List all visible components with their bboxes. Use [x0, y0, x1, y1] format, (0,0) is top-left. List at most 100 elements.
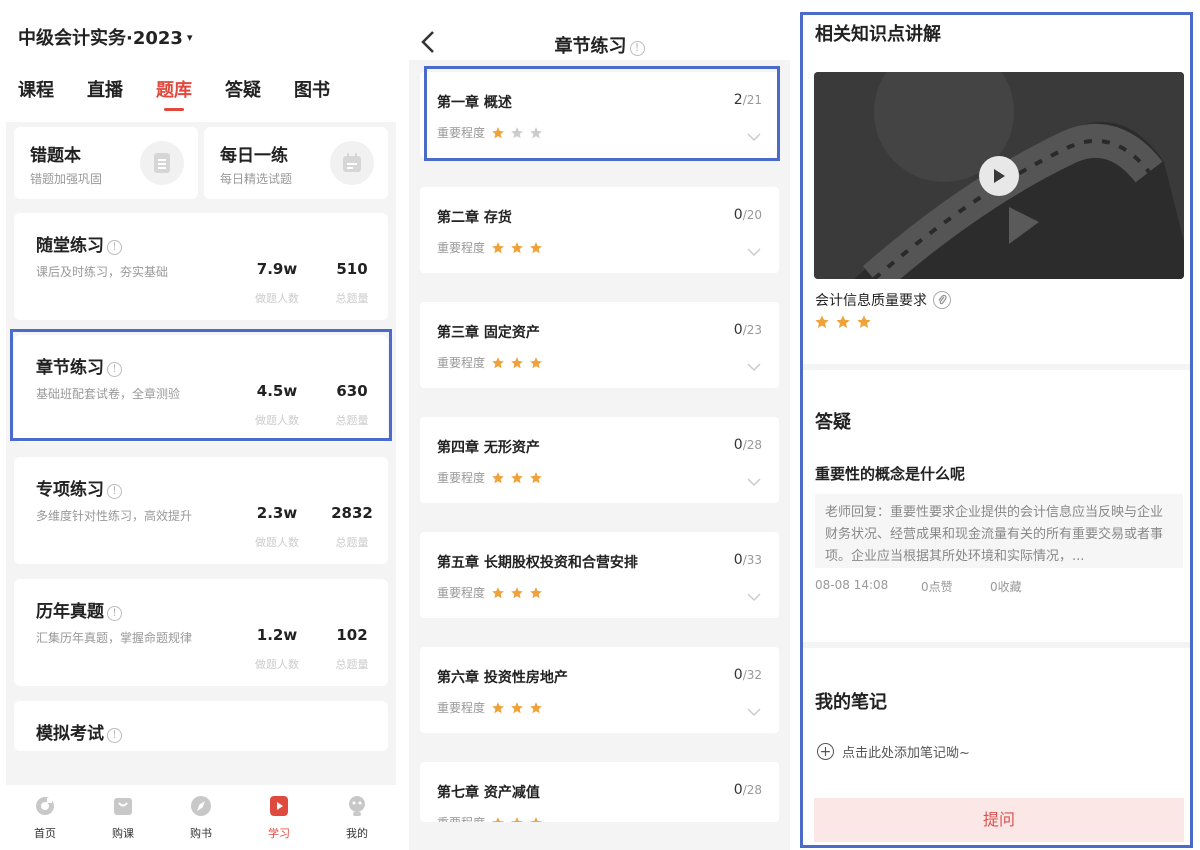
- calendar-icon: [330, 141, 374, 185]
- card-subtitle: 每日精选试题: [220, 172, 293, 186]
- stat-people: 7.9w 做题人数: [255, 260, 299, 305]
- stat-people: 2.3w 做题人数: [255, 504, 299, 549]
- chapter-progress: 0/33: [733, 552, 762, 568]
- card-desc: 基础班配套试卷，全章测验: [36, 387, 181, 401]
- tab-question-bank[interactable]: 题库: [156, 76, 192, 111]
- card-title: 随堂练习: [36, 236, 104, 256]
- bottom-tabbar: 首页 购课 购书 学习 我的: [6, 785, 396, 850]
- star-filled-icon: [530, 241, 542, 253]
- stat-people: 1.2w 做题人数: [255, 626, 299, 671]
- top-header: 中级会计实务·2023 ▾ 课程 直播 题库 答疑 图书: [6, 0, 396, 122]
- practice-card-in-class[interactable]: 随堂练习! 课后及时练习，夯实基础 7.9w 做题人数 510 总题量: [14, 213, 388, 320]
- teacher-reply[interactable]: 老师回复：重要性要求企业提供的会计信息应当反映与企业财务状况、经营成果和现金流量…: [815, 494, 1183, 568]
- star-filled-icon: [492, 241, 504, 253]
- tabbar-study[interactable]: 学习: [240, 785, 318, 850]
- info-icon[interactable]: !: [629, 41, 645, 56]
- card-desc: 汇集历年真题，掌握命题规律: [36, 631, 193, 645]
- stat-total: 510 总题量: [335, 260, 369, 305]
- tab-courses[interactable]: 课程: [18, 76, 54, 102]
- quick-cards: 错题本 错题加强巩固 每日一练 每日精选试题: [14, 127, 388, 199]
- tabbar-buy-course[interactable]: 购课: [84, 785, 162, 850]
- star-filled-icon: [530, 356, 542, 368]
- star-filled-icon: [511, 241, 523, 253]
- chevron-down-icon[interactable]: [747, 126, 761, 145]
- practice-card-mock-exam[interactable]: 模拟考试!: [14, 701, 388, 751]
- star-filled-icon: [492, 586, 504, 598]
- star-filled-icon: [492, 356, 504, 368]
- tab-live[interactable]: 直播: [87, 76, 123, 102]
- chapter-item[interactable]: 第六章 投资性房地产 0/32 重要程度: [420, 647, 779, 733]
- star-rating: [491, 586, 548, 600]
- notebook-icon: [140, 141, 184, 185]
- chapter-item[interactable]: 第三章 固定资产 0/23 重要程度: [420, 302, 779, 388]
- video-player[interactable]: [814, 72, 1184, 279]
- favorite-count[interactable]: 0收藏: [990, 578, 1022, 595]
- section-title-qa: 答疑: [815, 412, 851, 433]
- info-icon[interactable]: !: [107, 240, 122, 255]
- info-icon[interactable]: !: [107, 362, 122, 377]
- paperclip-icon[interactable]: [933, 291, 951, 309]
- card-title: 历年真题: [36, 602, 104, 622]
- card-title: 章节练习: [36, 358, 104, 378]
- importance-label: 重要程度: [437, 471, 486, 485]
- importance-label: 重要程度: [437, 356, 486, 370]
- course-selector[interactable]: 中级会计实务·2023 ▾: [18, 24, 192, 50]
- add-note-label: 点击此处添加笔记呦~: [842, 746, 970, 761]
- question-title[interactable]: 重要性的概念是什么呢: [815, 463, 965, 484]
- add-note-button[interactable]: + 点击此处添加笔记呦~: [817, 742, 970, 761]
- main-tabs: 课程 直播 题库 答疑 图书: [18, 76, 363, 111]
- chapter-item[interactable]: 第一章 概述 2/21 重要程度: [420, 72, 779, 158]
- chevron-down-icon[interactable]: [747, 241, 761, 260]
- practice-card-special[interactable]: 专项练习! 多维度针对性练习，高效提升 2.3w 做题人数 2832 总题量: [14, 457, 388, 564]
- chapter-item[interactable]: 第五章 长期股权投资和合营安排 0/33 重要程度: [420, 532, 779, 618]
- tab-qa[interactable]: 答疑: [225, 76, 261, 102]
- like-count[interactable]: 0点赞: [921, 578, 953, 595]
- section-title-knowledge: 相关知识点讲解: [815, 24, 941, 45]
- info-icon[interactable]: !: [107, 484, 122, 499]
- wrong-questions-card[interactable]: 错题本 错题加强巩固: [14, 127, 198, 199]
- chapter-item[interactable]: 第七章 资产减值 0/28 重要程度: [420, 762, 779, 822]
- practice-card-past-exams[interactable]: 历年真题! 汇集历年真题，掌握命题规律 1.2w 做题人数 102 总题量: [14, 579, 388, 686]
- importance-label: 重要程度: [437, 126, 486, 140]
- play-icon: [994, 169, 1005, 183]
- chevron-down-icon[interactable]: [747, 471, 761, 490]
- chapter-name: 第六章 投资性房地产: [437, 670, 568, 686]
- section-title-notes: 我的笔记: [815, 692, 887, 713]
- star-filled-icon: [511, 356, 523, 368]
- star-empty-icon: [530, 126, 542, 138]
- info-icon[interactable]: !: [107, 606, 122, 621]
- importance-label: 重要程度: [437, 701, 486, 715]
- video-star-rating: [814, 314, 877, 330]
- importance-row: 重要程度: [437, 584, 548, 601]
- info-icon[interactable]: !: [107, 728, 122, 743]
- tab-books[interactable]: 图书: [294, 76, 330, 102]
- star-filled-icon: [836, 315, 850, 328]
- chevron-down-icon[interactable]: [747, 356, 761, 375]
- practice-card-chapter[interactable]: 章节练习! 基础班配套试卷，全章测验 4.5w 做题人数 630 总题量: [14, 335, 388, 442]
- tabbar-buy-book[interactable]: 购书: [162, 785, 240, 850]
- star-filled-icon: [530, 816, 542, 822]
- tabbar-profile[interactable]: 我的: [318, 785, 396, 850]
- star-filled-icon: [492, 816, 504, 822]
- stat-people: 4.5w 做题人数: [255, 382, 299, 427]
- star-filled-icon: [511, 816, 523, 822]
- star-rating: [491, 241, 548, 255]
- section-divider: [800, 642, 1193, 648]
- course-title: 中级会计实务·2023: [18, 28, 183, 49]
- chevron-down-icon[interactable]: [747, 586, 761, 605]
- chapter-progress: 0/28: [733, 782, 762, 798]
- tabbar-home[interactable]: 首页: [6, 785, 84, 850]
- play-button[interactable]: [979, 156, 1019, 196]
- star-filled-icon: [530, 701, 542, 713]
- star-filled-icon: [530, 586, 542, 598]
- importance-row: 重要程度: [437, 469, 548, 486]
- ask-question-button[interactable]: 提问: [814, 798, 1184, 842]
- section-divider: [800, 364, 1193, 370]
- star-rating: [491, 701, 548, 715]
- daily-practice-card[interactable]: 每日一练 每日精选试题: [204, 127, 388, 199]
- chevron-down-icon[interactable]: [747, 701, 761, 720]
- chapter-item[interactable]: 第四章 无形资产 0/28 重要程度: [420, 417, 779, 503]
- importance-row: 重要程度: [437, 124, 548, 141]
- importance-row: 重要程度: [437, 699, 548, 716]
- chapter-item[interactable]: 第二章 存货 0/20 重要程度: [420, 187, 779, 273]
